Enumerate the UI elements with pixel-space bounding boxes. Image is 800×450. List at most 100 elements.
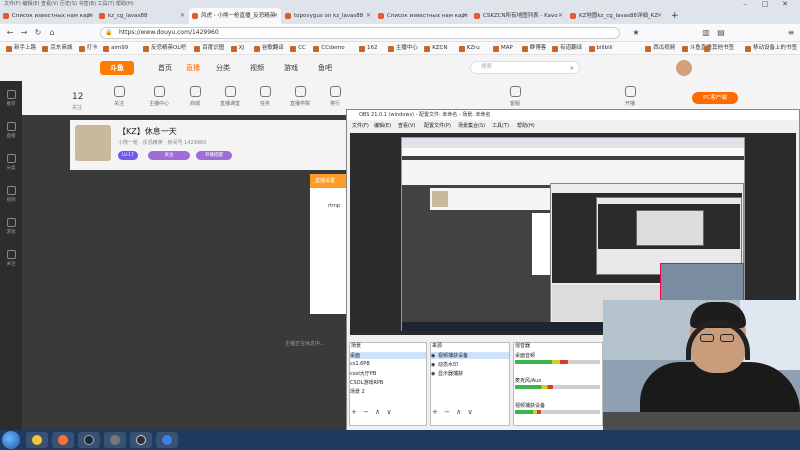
tab-close-icon[interactable]: ✕ [558, 8, 563, 24]
source-item[interactable]: ◉ 动态水印 [431, 361, 458, 368]
tab-close-icon[interactable]: ✕ [273, 8, 278, 24]
scene-item[interactable]: csol大厅PB [350, 370, 376, 377]
sidebar-item[interactable]: 关注 [3, 250, 19, 267]
sources-tools[interactable]: + − ∧ ∨ [432, 408, 475, 416]
maximize-icon[interactable]: □ [755, 0, 775, 8]
menu-icon[interactable]: ≡ [785, 27, 797, 39]
scene-item[interactable]: 场景 2 [350, 388, 365, 395]
browser-tab[interactable]: Список известных нам карт ✕ [375, 8, 470, 24]
taskbar-steam[interactable] [78, 432, 100, 448]
obs-menu-edit[interactable]: 编辑(E) [374, 122, 391, 129]
source-item[interactable]: ◉ 视频捕获设备 [431, 352, 509, 359]
scene-item[interactable]: cs1.6PB [350, 361, 370, 367]
new-tab-button[interactable]: + [668, 8, 682, 24]
menu-game[interactable]: 游戏 [284, 63, 298, 73]
toolbar-item[interactable]: 商城 [180, 86, 210, 107]
obs-menu-file[interactable]: 文件(F) [352, 122, 369, 129]
streamer-avatar[interactable] [75, 125, 111, 161]
bookmark-star-icon[interactable]: ★ [630, 27, 642, 39]
visibility-icon[interactable]: ◉ [431, 353, 438, 359]
toolbar-item[interactable]: 任务 [250, 86, 280, 107]
obs-menu-help[interactable]: 帮助(H) [517, 122, 535, 129]
bookmark-item[interactable]: 百度识图 [194, 44, 224, 53]
bookmark-item[interactable]: 有道翻译 [552, 44, 582, 53]
scene-item[interactable]: CSOL游戏RPB [350, 379, 383, 386]
bookmark-item[interactable]: bilibili [588, 44, 613, 53]
tab-close-icon[interactable]: ✕ [366, 8, 371, 24]
bookmark-item[interactable]: 群博客 [521, 44, 546, 53]
browser-tab[interactable]: KZ地图kz_cg_lavas88详细_KZ ✕ [567, 8, 665, 24]
douyu-logo[interactable]: 斗鱼 [100, 61, 134, 75]
sidebar-item[interactable]: 视频 [3, 186, 19, 203]
menu-category[interactable]: 分类 [216, 63, 230, 73]
bookmark-item[interactable]: CC [290, 44, 306, 53]
visibility-icon[interactable]: ◉ [431, 362, 438, 368]
browser-tab[interactable]: Список известных нам карт ✕ [0, 8, 95, 24]
bookmark-item[interactable]: aim99 [103, 44, 128, 53]
toolbar-item[interactable]: 直播学院 [285, 86, 315, 107]
remind-button[interactable]: 开播提醒 [196, 151, 232, 160]
bookmark-item[interactable]: KZru [458, 44, 480, 53]
menu-live[interactable]: 直播 [186, 63, 200, 73]
toolbar-item[interactable]: 主播中心 [144, 86, 174, 107]
toolbar-item[interactable]: 开播 [615, 86, 645, 107]
taskbar-kz[interactable] [156, 432, 178, 448]
bookmark-other[interactable]: 其他书签 [704, 44, 734, 53]
scene-item[interactable]: 桌面 [350, 352, 426, 359]
sidebar-item[interactable]: 推荐 [3, 90, 19, 107]
video-player[interactable] [70, 170, 350, 350]
bookmark-item[interactable]: 162 [359, 44, 378, 53]
source-item[interactable]: ◉ 显示器捕获 [431, 370, 463, 377]
visibility-icon[interactable]: ◉ [431, 371, 438, 377]
taskbar-cs[interactable] [104, 432, 126, 448]
scenes-tools[interactable]: + − ∧ ∨ [351, 408, 394, 416]
bookmark-item[interactable]: 京东商城 [42, 44, 72, 53]
bookmark-item[interactable]: MAP [493, 44, 513, 53]
browser-tab[interactable]: topovygus on kz_lavas88 ✕ [282, 8, 374, 24]
bookmark-item[interactable]: 主播中心 [387, 44, 418, 53]
sidebar-item[interactable]: 直播 [3, 122, 19, 139]
follow-button[interactable]: 关注 [148, 151, 190, 160]
tab-close-icon[interactable]: ✕ [657, 8, 662, 24]
bookmark-item[interactable]: 打卡 [78, 44, 98, 53]
reload-icon[interactable]: ↻ [32, 27, 44, 39]
toolbar-item[interactable]: 客服 [500, 86, 530, 107]
bookmark-item[interactable]: 西瓜视频 [645, 44, 675, 53]
bookmark-item[interactable]: 新手上路 [6, 44, 36, 53]
sidebar-icon[interactable]: ▤ [715, 27, 727, 39]
taskbar-explorer[interactable] [26, 432, 48, 448]
bookmark-item[interactable]: XJ [230, 44, 244, 53]
taskbar-firefox[interactable] [52, 432, 74, 448]
obs-menu-view[interactable]: 查看(V) [398, 122, 415, 129]
user-avatar[interactable] [676, 60, 692, 76]
forward-icon[interactable]: → [18, 27, 30, 39]
tab-close-icon[interactable]: ✕ [87, 8, 92, 24]
sidebar-item[interactable]: 分类 [3, 154, 19, 171]
toolbar-item[interactable]: 直播课堂 [215, 86, 245, 107]
browser-tab[interactable]: kz_cg_lavas88 ✕ [96, 8, 188, 24]
url-bar[interactable]: https://www.douyu.com/1429960 [100, 27, 620, 39]
tab-close-icon[interactable]: ✕ [462, 8, 467, 24]
search-icon[interactable]: ⌕ [566, 62, 578, 74]
library-icon[interactable]: ▥ [700, 27, 712, 39]
bookmark-item[interactable]: 谷歌翻译 [253, 44, 284, 53]
bookmark-item[interactable]: KZCN [424, 44, 448, 53]
close-icon[interactable]: ✕ [775, 0, 795, 8]
bookmark-mobile[interactable]: 移动设备上的书签 [745, 44, 797, 53]
obs-menu-scene-collection[interactable]: 场景集合(S) [458, 122, 485, 129]
search-input[interactable]: 搜索 [470, 61, 580, 74]
toolbar-item[interactable]: 排行 [320, 86, 350, 107]
pc-client-button[interactable]: PC客户端 [692, 92, 738, 104]
bookmark-item[interactable]: 反恐精英OL吧 [143, 44, 186, 53]
obs-menu-profile[interactable]: 配置文件(P) [424, 122, 451, 129]
home-icon[interactable]: ⌂ [46, 27, 58, 39]
menu-home[interactable]: 首页 [158, 63, 172, 73]
taskbar-obs[interactable] [130, 432, 152, 448]
bookmark-item[interactable]: CCdemo [313, 44, 345, 53]
sidebar-item[interactable]: 游戏 [3, 218, 19, 235]
back-icon[interactable]: ← [4, 27, 16, 39]
minimize-icon[interactable]: – [735, 0, 755, 8]
browser-tab-active[interactable]: 风虎 - 小熊一枪直播_反恐精英 ✕ [189, 8, 281, 24]
obs-menu-tools[interactable]: 工具(T) [492, 122, 509, 129]
menu-video[interactable]: 视频 [250, 63, 264, 73]
